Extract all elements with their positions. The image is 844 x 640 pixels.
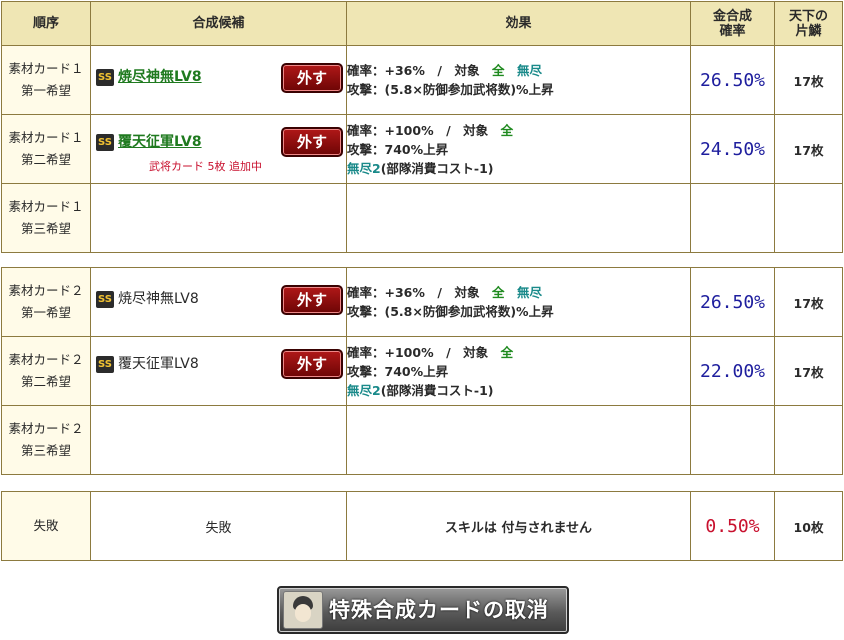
header-order: 順序 [1, 1, 91, 46]
header-candidate: 合成候補 [90, 1, 347, 46]
rate-cell: 24.50% [690, 114, 775, 184]
effect-cell: 確率：+36% / 対象 全 無尽 攻撃：(5.8×防御参加武将数)%上昇 [346, 267, 691, 337]
rarity-ss-badge: SS [96, 134, 114, 151]
candidate-cell [90, 405, 347, 475]
rate-cell [690, 183, 775, 253]
candidate-cell: SS 焼尽神無LV8 外す [90, 45, 347, 115]
table-row: 素材カード１ 第三希望 [1, 183, 843, 253]
candidate-table-1: 順序 合成候補 効果 金合成 確率 天下の 片鱗 素材カード１ 第一希望 SS 焼尽神… [1, 1, 843, 253]
card-name-link[interactable]: 焼尽神無LV8 [118, 66, 202, 86]
failure-count-cell: 10枚 [774, 491, 843, 561]
rarity-ss-badge: SS [96, 291, 114, 308]
remove-button[interactable]: 外す [281, 349, 343, 379]
count-cell: 17枚 [774, 267, 843, 337]
order-cell: 素材カード２ 第三希望 [1, 405, 91, 475]
remove-button[interactable]: 外す [281, 127, 343, 157]
effect-cell: 確率：+100% / 対象 全 攻撃：740%上昇 無尽2(部隊消費コスト-1) [346, 114, 691, 184]
cancel-special-synthesis-button[interactable]: 特殊合成カードの取消 [277, 586, 569, 634]
candidate-cell: SS 覆天征軍LV8 外す [90, 336, 347, 406]
header-rate: 金合成 確率 [690, 1, 775, 46]
failure-rate-cell: 0.50% [690, 491, 775, 561]
cancel-button-label: 特殊合成カードの取消 [329, 598, 549, 622]
effect-cell: 確率：+36% / 対象 全 無尽 攻撃：(5.8×防御参加武将数)%上昇 [346, 45, 691, 115]
rate-cell: 22.00% [690, 336, 775, 406]
character-portrait-icon [283, 591, 323, 629]
candidate-table-2: 素材カード２ 第一希望 SS 焼尽神無LV8 外す 確率：+36% / 対象 全 … [1, 267, 843, 475]
table-row: 素材カード２ 第一希望 SS 焼尽神無LV8 外す 確率：+36% / 対象 全 … [1, 267, 843, 337]
effect-cell [346, 405, 691, 475]
count-cell [774, 183, 843, 253]
count-cell: 17枚 [774, 336, 843, 406]
remove-button[interactable]: 外す [281, 63, 343, 93]
card-name: 焼尽神無LV8 [118, 291, 199, 307]
failure-effect-cell: スキルは 付与されません [346, 491, 691, 561]
failure-candidate-cell: 失敗 [90, 491, 347, 561]
order-cell: 素材カード１ 第二希望 [1, 114, 91, 184]
card-name-link[interactable]: 覆天征軍LV8 [118, 131, 202, 151]
failure-table: 失敗 失敗 スキルは 付与されません 0.50% 10枚 [1, 491, 843, 561]
effect-cell [346, 183, 691, 253]
added-cards-note: 武将カード 5枚 追加中 [149, 160, 262, 173]
remove-button[interactable]: 外す [281, 285, 343, 315]
rarity-ss-badge: SS [96, 356, 114, 373]
count-cell [774, 405, 843, 475]
failure-row: 失敗 失敗 スキルは 付与されません 0.50% 10枚 [1, 491, 843, 561]
table-row: 素材カード２ 第三希望 [1, 405, 843, 475]
card-name: 覆天征軍LV8 [118, 356, 199, 372]
order-cell: 素材カード２ 第一希望 [1, 267, 91, 337]
count-cell: 17枚 [774, 114, 843, 184]
rate-cell: 26.50% [690, 267, 775, 337]
rate-cell: 26.50% [690, 45, 775, 115]
candidate-cell: SS 焼尽神無LV8 外す [90, 267, 347, 337]
candidate-cell [90, 183, 347, 253]
header-effect: 効果 [346, 1, 691, 46]
candidate-cell: SS 覆天征軍LV8 外す 武将カード 5枚 追加中 [90, 114, 347, 184]
effect-cell: 確率：+100% / 対象 全 攻撃：740%上昇 無尽2(部隊消費コスト-1) [346, 336, 691, 406]
failure-order-cell: 失敗 [1, 491, 91, 561]
order-cell: 素材カード２ 第二希望 [1, 336, 91, 406]
table-row: 素材カード２ 第二希望 SS 覆天征軍LV8 外す 確率：+100% / 対象 全… [1, 336, 843, 406]
table-row: 素材カード１ 第二希望 SS 覆天征軍LV8 外す 武将カード 5枚 追加中 確率… [1, 114, 843, 184]
header-count: 天下の 片鱗 [774, 1, 843, 46]
rate-cell [690, 405, 775, 475]
order-cell: 素材カード１ 第一希望 [1, 45, 91, 115]
table-row: 素材カード１ 第一希望 SS 焼尽神無LV8 外す 確率：+36% / 対象 全 … [1, 45, 843, 115]
count-cell: 17枚 [774, 45, 843, 115]
rarity-ss-badge: SS [96, 69, 114, 86]
order-cell: 素材カード１ 第三希望 [1, 183, 91, 253]
